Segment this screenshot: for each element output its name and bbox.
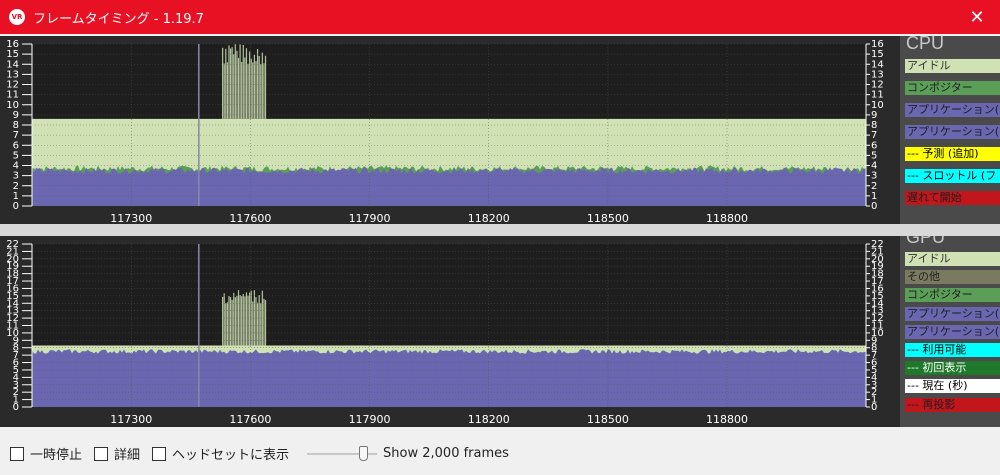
cpu-y-tick-left: 0 (13, 201, 19, 212)
details-checkbox-box[interactable] (94, 446, 109, 461)
show-in-headset-checkbox[interactable]: ヘッドセットに表示 (152, 444, 289, 463)
gpu-frame-graph: 0 01 12 23 34 45 56 67 78 89 910 1011 1112 1213 1314 14… (6, 239, 884, 426)
cpu-y-tick-left: 1 (13, 191, 19, 202)
cpu-y-tick-right: 9 (871, 110, 877, 121)
cpu-y-tick-right: 3 (871, 171, 877, 182)
frames-slider[interactable] (307, 444, 378, 464)
gpu-legend-item: アプリケーション(モ (905, 306, 1000, 321)
cpu-y-tick-left: 2 (13, 181, 19, 192)
panel-separator (0, 224, 1000, 236)
gpu-legend: GPU アイドルその他コンポジター アプリケーション(モ アプリケーション(モ ---… (900, 236, 1000, 427)
gpu-x-tick-label: 118800 (706, 413, 748, 426)
cpu-x-tick-label: 118800 (706, 212, 748, 224)
cpu-x-tick-label: 117600 (229, 212, 271, 224)
cpu-legend-item: --- 予測 (追加) (905, 147, 1000, 161)
cpu-legend-item: 遅れて開始 (905, 191, 1000, 205)
cpu-y-tick-left: 3 (13, 171, 19, 182)
cpu-y-tick-left: 5 (13, 150, 19, 161)
cpu-y-tick-right: 13 (871, 69, 884, 80)
window-title: フレームタイミング - 1.19.7 (33, 11, 204, 27)
gpu-legend-item: --- 再投影 (905, 397, 1000, 412)
show-in-headset-checkbox-box[interactable] (152, 446, 167, 461)
gpu-legend-item: その他 (905, 270, 1000, 285)
frames-label: Show 2,000 frames (383, 446, 509, 461)
show-in-headset-label: ヘッドセットに表示 (172, 448, 290, 463)
cpu-y-tick-left: 16 (6, 39, 19, 50)
cpu-legend-item: アプリケーション(モ (905, 125, 1000, 139)
cpu-y-tick-right: 7 (871, 130, 877, 141)
cpu-y-tick-left: 10 (6, 100, 19, 111)
close-button[interactable]: ✕ (954, 0, 1000, 34)
gpu-x-tick-label: 117600 (229, 413, 271, 426)
cpu-y-tick-right: 4 (871, 161, 877, 172)
cpu-y-tick-left: 7 (13, 130, 19, 141)
details-label: 詳細 (114, 448, 141, 463)
cpu-legend-item: コンポジター (905, 81, 1000, 95)
cpu-y-tick-left: 9 (13, 110, 19, 121)
bottom-controls: 一時停止 詳細 ヘッドセットに表示 Show 2,000 frames (0, 432, 1000, 475)
cpu-y-tick-left: 14 (6, 59, 19, 70)
cpu-legend-item: アプリケーション(モ (905, 103, 1000, 117)
cpu-y-tick-right: 14 (871, 59, 884, 70)
gpu-x-tick-label: 118200 (468, 413, 510, 426)
cpu-y-tick-right: 11 (871, 90, 884, 101)
cpu-y-tick-left: 11 (6, 90, 19, 101)
cpu-y-tick-right: 5 (871, 150, 877, 161)
cpu-y-tick-left: 6 (13, 140, 19, 151)
gpu-legend-item: --- 初回表示 (905, 361, 1000, 376)
gpu-legend-item: アイドル (905, 252, 1000, 266)
cpu-y-tick-left: 13 (6, 69, 19, 80)
cpu-legend-title: CPU (906, 36, 945, 53)
pause-checkbox[interactable]: 一時停止 (10, 444, 82, 463)
cpu-y-tick-left: 8 (13, 120, 19, 131)
gpu-legend-item: --- 現在 (秒) (905, 379, 1000, 394)
cpu-y-tick-right: 6 (871, 140, 877, 151)
cpu-y-tick-left: 12 (6, 80, 19, 91)
cpu-series-2 (32, 167, 866, 206)
frames-slider-thumb[interactable] (358, 445, 368, 461)
cpu-x-tick-label: 118200 (468, 212, 510, 224)
gpu-legend-title: GPU (906, 236, 946, 247)
cpu-x-tick-label: 117300 (110, 212, 152, 224)
cpu-legend: CPU アイドルコンポジター アプリケーション(モ アプリケーション(モ --- 予測… (900, 36, 1000, 224)
cpu-y-tick-left: 15 (6, 49, 19, 60)
cpu-frame-graph: 0 01 12 23 34 45 56 67 78 89 910 1011 1112 1213 1314 14… (6, 39, 884, 224)
gpu-series-1 (32, 349, 866, 407)
cpu-y-tick-right: 2 (871, 181, 877, 192)
cpu-y-tick-left: 4 (13, 161, 19, 172)
gpu-graph-panel: 0 0 1 1 2 2 3 3 4 4 5 5 6 6 7 7 8 8 9 9 10 10 11 11 12 12 13 13 14 14… (0, 236, 1000, 427)
cpu-y-tick-right: 0 (871, 201, 877, 212)
pause-checkbox-box[interactable] (10, 446, 24, 461)
pause-label: 一時停止 (30, 448, 83, 463)
cpu-y-tick-right: 16 (871, 39, 884, 50)
gpu-x-tick-label: 117900 (349, 413, 391, 426)
close-icon: ✕ (969, 6, 985, 28)
gpu-legend-item: アプリケーション(モ (905, 324, 1000, 339)
cpu-y-tick-right: 8 (871, 120, 877, 131)
gpu-legend-item: コンポジター (905, 288, 1000, 303)
title-bar: VR フレームタイミング - 1.19.7 ✕ (0, 0, 1000, 34)
gpu-x-tick-label: 117300 (110, 413, 152, 426)
cpu-y-tick-right: 15 (871, 49, 884, 60)
gpu-legend-item: --- 利用可能 (905, 343, 1000, 357)
cpu-y-tick-right: 12 (871, 80, 884, 91)
cpu-legend-item: --- スロットル (フ (905, 169, 1000, 183)
vr-app-icon: VR (9, 9, 25, 25)
gpu-y-tick-left: 22 (6, 239, 19, 250)
cpu-x-tick-label: 118500 (587, 212, 629, 224)
app-icon-text: VR (11, 13, 23, 21)
cpu-y-tick-right: 1 (871, 191, 877, 202)
cpu-legend-item: アイドル (905, 59, 1000, 73)
details-checkbox[interactable]: 詳細 (94, 444, 140, 463)
cpu-x-tick-label: 117900 (349, 212, 391, 224)
cpu-y-tick-right: 10 (871, 100, 884, 111)
cpu-graph-panel: 0 0 1 1 2 2 3 3 4 4 5 5 6 6 7 7 8 8 9 9 10 10 11 11 12 12 13 13 14 14… (0, 36, 1000, 224)
gpu-y-tick-right: 22 (871, 239, 884, 250)
gpu-x-tick-label: 118500 (587, 413, 629, 426)
